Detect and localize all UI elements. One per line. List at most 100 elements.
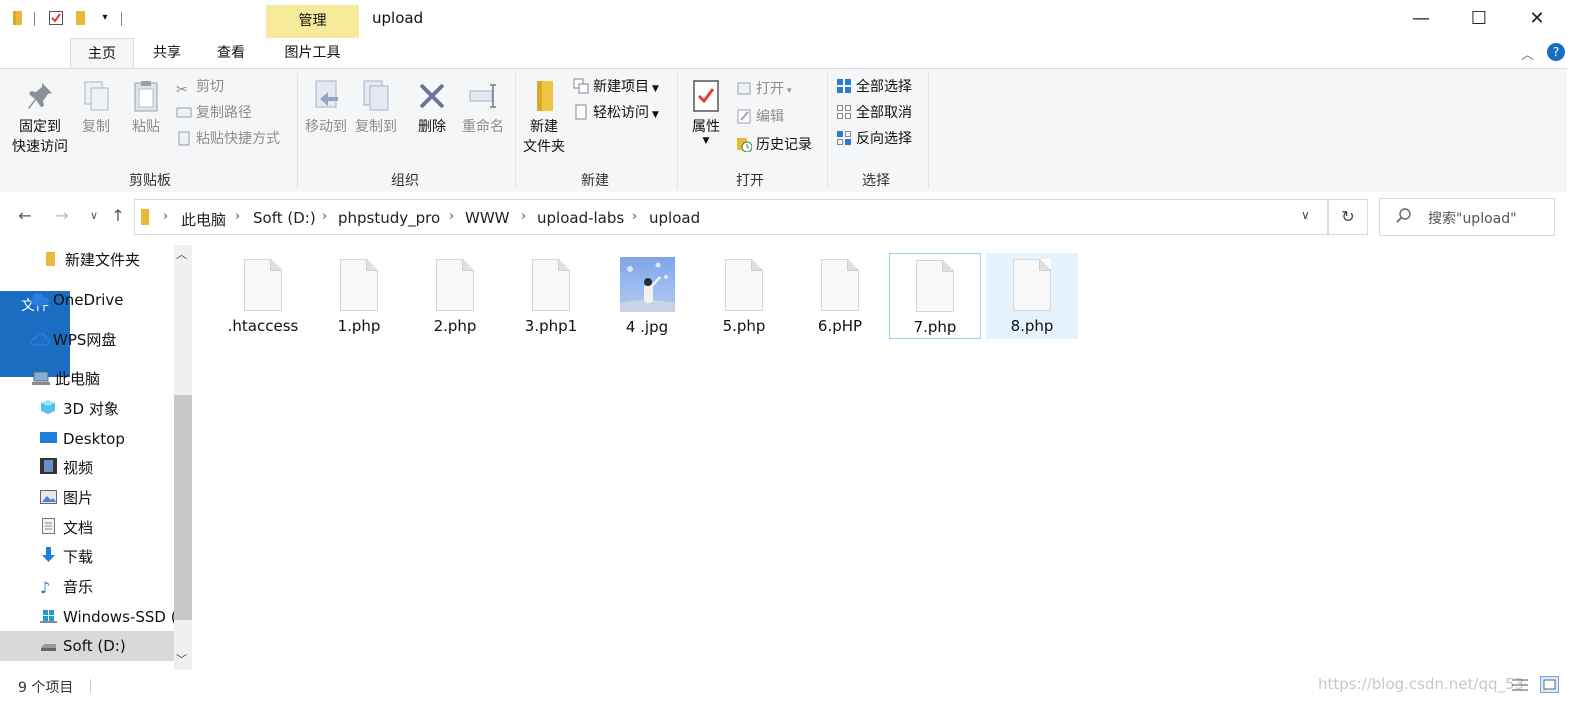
nav-item-documents[interactable]: 文档 bbox=[40, 514, 93, 542]
nav-label: 视频 bbox=[63, 459, 94, 477]
nav-item-new-folder[interactable]: 新建文件夹 bbox=[42, 246, 140, 274]
file-item[interactable]: 4 .jpg bbox=[601, 253, 693, 339]
paste-button[interactable]: 粘贴 bbox=[124, 79, 168, 137]
tab-view[interactable]: 查看 bbox=[201, 38, 261, 68]
nav-item-this-pc[interactable]: 此电脑 bbox=[32, 365, 100, 393]
breadcrumb-chevron-icon[interactable]: › bbox=[521, 209, 526, 224]
nav-item-wps-cloud[interactable]: WPS网盘 bbox=[30, 326, 116, 354]
address-bar[interactable]: › 此电脑 › Soft (D:) › phpstudy_pro › WWW ›… bbox=[134, 199, 1328, 235]
properties-check-icon[interactable] bbox=[48, 10, 64, 26]
properties-button[interactable]: 属性 ▼ bbox=[684, 79, 728, 146]
recent-locations-chevron-icon[interactable]: ∨ bbox=[83, 209, 105, 222]
breadcrumb-chevron-icon[interactable]: › bbox=[632, 209, 637, 224]
nav-item-soft-d[interactable]: Soft (D:) bbox=[0, 631, 174, 661]
nav-item-pictures[interactable]: 图片 bbox=[40, 484, 93, 512]
contextual-tab-manage[interactable]: 管理 bbox=[266, 5, 359, 38]
move-to-button[interactable]: 移动到 bbox=[302, 79, 350, 137]
new-item-button[interactable]: 新建项目 ▼ bbox=[573, 77, 659, 99]
new-folder-button[interactable]: 新建 文件夹 bbox=[519, 79, 569, 157]
select-none-label: 全部取消 bbox=[856, 105, 912, 121]
select-all-icon bbox=[836, 78, 852, 94]
details-view-icon[interactable] bbox=[1511, 677, 1529, 697]
file-item-selected[interactable]: 8.php bbox=[986, 253, 1078, 339]
breadcrumb-upload-labs[interactable]: upload-labs bbox=[537, 209, 624, 227]
forward-arrow-icon[interactable]: → bbox=[51, 206, 73, 225]
tab-picture-tools[interactable]: 图片工具 bbox=[266, 38, 359, 68]
scroll-up-icon[interactable]: ︿ bbox=[176, 246, 187, 262]
nav-item-downloads[interactable]: 下载 bbox=[40, 543, 93, 571]
breadcrumb-phpstudy-pro[interactable]: phpstudy_pro bbox=[338, 209, 440, 227]
nav-item-onedrive[interactable]: OneDrive bbox=[30, 286, 124, 314]
nav-label: 此电脑 bbox=[55, 370, 101, 388]
item-count: 9 个项目 bbox=[18, 680, 74, 696]
history-button[interactable]: 历史记录 bbox=[736, 135, 812, 157]
tab-share[interactable]: 共享 bbox=[137, 38, 197, 68]
copy-path-button[interactable]: 复制路径 bbox=[176, 103, 252, 125]
breadcrumb-www[interactable]: WWW bbox=[465, 209, 510, 227]
breadcrumb-this-pc[interactable]: 此电脑 bbox=[181, 209, 226, 230]
breadcrumb-chevron-icon[interactable]: › bbox=[322, 209, 327, 224]
address-dropdown-icon[interactable]: ∨ bbox=[1301, 208, 1310, 222]
collapse-ribbon-icon[interactable]: ︿ bbox=[1521, 44, 1534, 63]
easy-access-button[interactable]: 轻松访问 ▼ bbox=[573, 103, 659, 125]
minimize-button[interactable]: — bbox=[1398, 6, 1444, 32]
file-name: 7.php bbox=[913, 318, 957, 336]
breadcrumb-chevron-icon[interactable]: › bbox=[163, 209, 168, 224]
cut-button[interactable]: ✂ 剪切 bbox=[176, 77, 224, 99]
nav-item-music[interactable]: ♪ 音乐 bbox=[40, 573, 93, 601]
back-arrow-icon[interactable]: ← bbox=[14, 206, 36, 225]
file-item[interactable]: 1.php bbox=[313, 253, 405, 339]
file-item[interactable]: .htaccess bbox=[217, 253, 309, 339]
select-none-button[interactable]: 全部取消 bbox=[836, 103, 912, 125]
cloud-outline-icon bbox=[30, 327, 50, 346]
up-arrow-icon[interactable]: ↑ bbox=[107, 206, 129, 225]
nav-item-windows-ssd[interactable]: Windows-SSD ( bbox=[40, 603, 174, 631]
edit-button[interactable]: 编辑 bbox=[736, 107, 784, 129]
select-all-button[interactable]: 全部选择 bbox=[836, 77, 912, 99]
rename-button[interactable]: 重命名 bbox=[458, 79, 508, 137]
open-button[interactable]: 打开 ▾ bbox=[736, 79, 792, 101]
file-item[interactable]: 6.pHP bbox=[794, 253, 886, 339]
folder-icon bbox=[10, 10, 26, 26]
help-icon[interactable]: ? bbox=[1547, 43, 1565, 61]
maximize-button[interactable]: ☐ bbox=[1456, 6, 1502, 32]
tab-home[interactable]: 主页 bbox=[70, 38, 134, 69]
copy-to-icon bbox=[360, 79, 392, 113]
group-separator bbox=[928, 73, 929, 189]
invert-selection-label: 反向选择 bbox=[856, 131, 912, 147]
close-button[interactable]: ✕ bbox=[1514, 6, 1560, 32]
copy-button[interactable]: 复制 bbox=[76, 79, 116, 137]
scroll-down-icon[interactable]: ﹀ bbox=[176, 651, 187, 667]
refresh-button[interactable]: ↻ bbox=[1328, 199, 1368, 235]
rename-label: 重命名 bbox=[462, 119, 504, 135]
invert-selection-icon bbox=[836, 130, 852, 146]
new-folder-icon bbox=[528, 79, 560, 113]
move-to-icon bbox=[310, 79, 342, 113]
invert-selection-button[interactable]: 反向选择 bbox=[836, 129, 912, 151]
new-folder-icon[interactable] bbox=[73, 10, 89, 26]
search-box[interactable]: 搜索"upload" bbox=[1379, 198, 1555, 236]
breadcrumb-chevron-icon[interactable]: › bbox=[449, 209, 454, 224]
pin-quick-access-button[interactable]: 固定到 快速访问 bbox=[6, 79, 74, 157]
nav-item-videos[interactable]: 视频 bbox=[40, 454, 93, 482]
file-item[interactable]: 2.php bbox=[409, 253, 501, 339]
nav-label: 图片 bbox=[63, 489, 94, 507]
large-icons-view-icon[interactable] bbox=[1540, 676, 1559, 693]
breadcrumb-soft-d[interactable]: Soft (D:) bbox=[253, 209, 316, 227]
delete-button[interactable]: 删除 bbox=[412, 79, 452, 137]
breadcrumb-upload[interactable]: upload bbox=[649, 209, 700, 227]
file-item[interactable]: 5.php bbox=[698, 253, 790, 339]
breadcrumb-chevron-icon[interactable]: › bbox=[235, 209, 240, 224]
group-label-clipboard: 剪贴板 bbox=[129, 173, 171, 189]
customize-qat-icon[interactable]: ▾ bbox=[97, 10, 113, 26]
paste-shortcut-button[interactable]: 粘贴快捷方式 bbox=[176, 129, 280, 151]
nav-scrollbar-thumb[interactable] bbox=[174, 395, 192, 620]
file-item[interactable]: 3.php1 bbox=[505, 253, 597, 339]
nav-item-desktop[interactable]: Desktop bbox=[40, 425, 125, 453]
nav-label: 新建文件夹 bbox=[65, 251, 141, 269]
nav-item-3d-objects[interactable]: 3D 对象 bbox=[40, 395, 119, 423]
file-item-focused[interactable]: 7.php bbox=[889, 253, 981, 339]
copy-to-button[interactable]: 复制到 bbox=[352, 79, 400, 137]
properties-label: 属性 bbox=[692, 119, 720, 135]
nav-label: 文档 bbox=[63, 519, 94, 537]
